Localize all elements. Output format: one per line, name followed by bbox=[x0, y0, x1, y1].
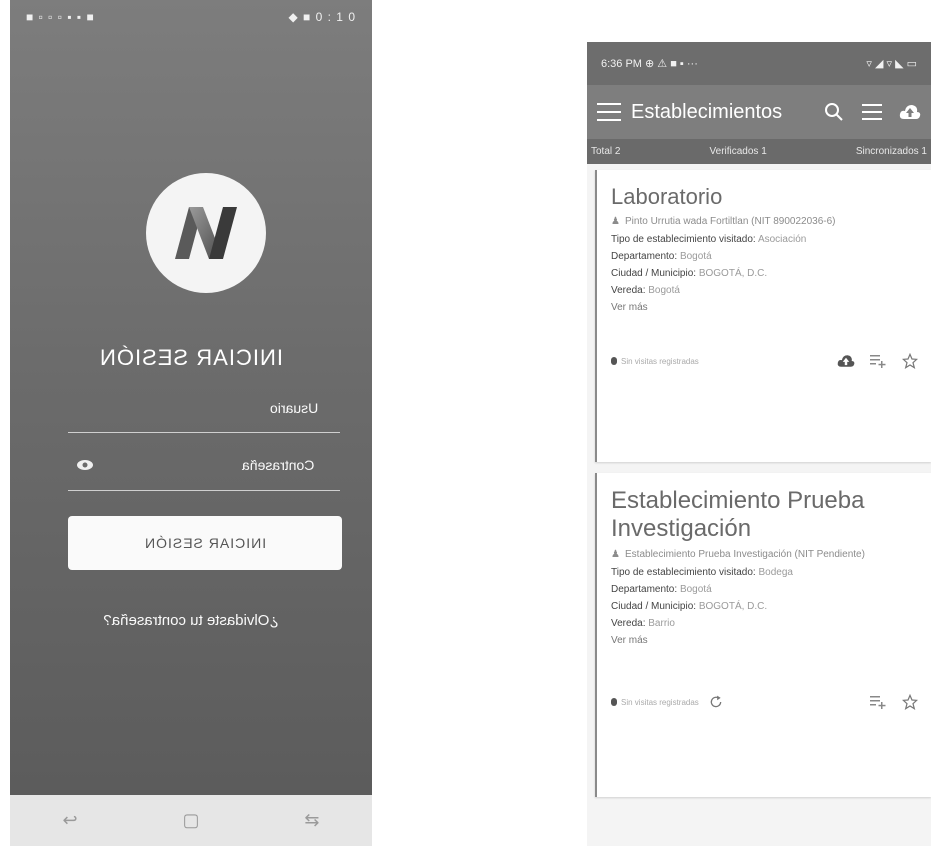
tab-synced[interactable]: Sincronizados 1 bbox=[856, 146, 927, 157]
card-footer: Sin visitas registradas bbox=[611, 693, 919, 711]
visit-status: Sin visitas registradas bbox=[611, 357, 699, 366]
hamburger-menu-icon[interactable] bbox=[597, 103, 621, 121]
vereda-label: Vereda: bbox=[611, 285, 646, 297]
login-button[interactable]: INICIAR SESIÓN bbox=[68, 516, 342, 570]
card-city-row: Ciudad / Municipio: BOGOTÁ, D.C. bbox=[611, 598, 919, 615]
nav-back-button[interactable]: ↩ bbox=[62, 810, 77, 831]
logo-icon bbox=[175, 207, 237, 259]
tab-total[interactable]: Total 2 bbox=[591, 146, 620, 157]
card-type-row: Tipo de establecimiento visitado: Bodega bbox=[611, 564, 919, 581]
vereda-value: Bogotá bbox=[648, 285, 680, 297]
star-icon[interactable] bbox=[901, 352, 919, 370]
type-value: Bodega bbox=[758, 567, 793, 579]
app-title: Establecimientos bbox=[631, 100, 783, 123]
card-owner: ♟ Pinto Urrutia wada Fortiltlan (NIT 890… bbox=[611, 215, 919, 228]
tabs-bar: Total 2 Verificados 1 Sincronizados 1 bbox=[587, 139, 931, 164]
see-more-link[interactable]: Ver más bbox=[611, 632, 919, 649]
vereda-label: Vereda: bbox=[611, 618, 646, 630]
status-bar: 6:36 PM ⊕ ⚠ ■ ▪ ··· ▿ ◢ ▿ ◣ ▭ bbox=[587, 42, 931, 85]
visit-status: Sin visitas registradas bbox=[611, 693, 725, 711]
app-logo bbox=[146, 173, 266, 293]
playlist-add-icon[interactable] bbox=[869, 352, 887, 370]
login-title: INICIAR SESIÓN bbox=[99, 345, 283, 370]
dept-value: Bogotá bbox=[679, 584, 712, 596]
status-bar-right-icons: ◆ ■ 0 : 1 0 bbox=[288, 10, 356, 24]
card-title: Laboratorio bbox=[611, 184, 723, 209]
dept-label: Departamento: bbox=[611, 251, 678, 263]
city-label: Ciudad / Municipio: bbox=[611, 268, 697, 280]
status-icons: ▿ ◢ ▿ ◣ ▭ bbox=[866, 58, 917, 70]
type-label: Tipo de establecimiento visitado: bbox=[611, 234, 756, 246]
card-owner: ♟ Establecimiento Prueba Investigación (… bbox=[611, 548, 919, 561]
person-icon: ♟ bbox=[611, 216, 620, 228]
visit-status-text: Sin visitas registradas bbox=[621, 356, 699, 366]
card-owner-text: Pinto Urrutia wada Fortiltlan (NIT 89002… bbox=[625, 216, 836, 228]
app-bar: Establecimientos bbox=[587, 85, 931, 139]
status-time: 6:36 PM ⊕ ⚠ ■ ▪ ··· bbox=[601, 58, 698, 70]
eye-icon[interactable] bbox=[76, 459, 94, 471]
login-screen: ■ ▫ ▫ ▫ ▪ ▪ ■ ◆ ■ 0 : 1 0 INICIAR SESIÓN… bbox=[10, 0, 372, 846]
refresh-icon[interactable] bbox=[707, 693, 725, 711]
nav-home-button[interactable]: ▢ bbox=[182, 810, 199, 831]
tab-verified[interactable]: Verificados 1 bbox=[710, 146, 767, 157]
password-label: Contraseña bbox=[242, 457, 315, 473]
list-icon[interactable] bbox=[861, 101, 883, 123]
playlist-add-icon[interactable] bbox=[869, 693, 887, 711]
status-bar: ■ ▫ ▫ ▫ ▪ ▪ ■ ◆ ■ 0 : 1 0 bbox=[10, 0, 372, 34]
establishment-card[interactable]: Laboratorio ♟ Pinto Urrutia wada Fortilt… bbox=[595, 170, 931, 462]
username-field[interactable] bbox=[68, 432, 340, 433]
city-value: BOGOTÁ, D.C. bbox=[698, 268, 768, 280]
visit-status-text: Sin visitas registradas bbox=[621, 697, 699, 707]
password-field[interactable] bbox=[68, 490, 340, 491]
see-more-link[interactable]: Ver más bbox=[611, 299, 919, 316]
status-bar-left-icons: ■ ▫ ▫ ▫ ▪ ▪ ■ bbox=[26, 10, 95, 24]
card-city-row: Ciudad / Municipio: BOGOTÁ, D.C. bbox=[611, 265, 919, 282]
card-vereda-row: Vereda: Barrio bbox=[611, 615, 919, 632]
establishments-screen: 6:36 PM ⊕ ⚠ ■ ▪ ··· ▿ ◢ ▿ ◣ ▭ Establecim… bbox=[587, 42, 931, 846]
establishment-card[interactable]: Establecimiento Prueba Investigación ♟ E… bbox=[595, 473, 931, 797]
card-dept-row: Departamento: Bogotá bbox=[611, 248, 919, 265]
search-icon[interactable] bbox=[823, 101, 845, 123]
cloud-upload-icon[interactable] bbox=[837, 352, 855, 370]
star-icon[interactable] bbox=[901, 693, 919, 711]
card-vereda-row: Vereda: Bogotá bbox=[611, 282, 919, 299]
card-title: Establecimiento Prueba Investigación bbox=[611, 487, 865, 542]
dept-value: Bogotá bbox=[679, 251, 712, 263]
dept-label: Departamento: bbox=[611, 584, 678, 596]
card-footer: Sin visitas registradas bbox=[611, 352, 919, 370]
type-value: Asociación bbox=[757, 234, 807, 246]
vereda-value: Barrio bbox=[648, 618, 675, 630]
forgot-password-link[interactable]: ¿Olvidaste tu contraseña? bbox=[10, 612, 372, 629]
city-value: BOGOTÁ, D.C. bbox=[698, 601, 768, 613]
username-label: Usuario bbox=[270, 400, 319, 416]
card-dept-row: Departamento: Bogotá bbox=[611, 581, 919, 598]
card-type-row: Tipo de establecimiento visitado: Asocia… bbox=[611, 231, 919, 248]
system-nav-bar: ↩ ▢ ⇆ bbox=[10, 795, 372, 846]
screenshot-stage: ■ ▫ ▫ ▫ ▪ ▪ ■ ◆ ■ 0 : 1 0 INICIAR SESIÓN… bbox=[0, 0, 931, 846]
city-label: Ciudad / Municipio: bbox=[611, 601, 697, 613]
login-button-label: INICIAR SESIÓN bbox=[143, 535, 267, 551]
establishments-list: Laboratorio ♟ Pinto Urrutia wada Fortilt… bbox=[587, 164, 931, 797]
type-label: Tipo de establecimiento visitado: bbox=[611, 567, 756, 579]
cloud-upload-icon[interactable] bbox=[899, 101, 921, 123]
person-icon: ♟ bbox=[611, 549, 620, 561]
nav-recent-button[interactable]: ⇆ bbox=[304, 810, 319, 831]
card-owner-text: Establecimiento Prueba Investigación (NI… bbox=[625, 549, 865, 561]
